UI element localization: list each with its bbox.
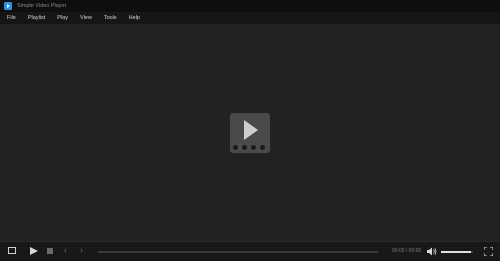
fullscreen-icon[interactable] [484,247,493,256]
maximize-button[interactable] [480,4,485,9]
volume-slider-fill [441,251,472,253]
volume-slider[interactable] [441,251,473,253]
window-title: Simple Video Player [17,3,67,9]
aspect-ratio-icon[interactable] [8,247,16,254]
previous-icon[interactable]: ‹ [64,246,67,255]
next-icon[interactable]: › [80,246,83,255]
close-button[interactable] [491,4,496,9]
menu-help[interactable]: Help [123,12,146,24]
menu-play[interactable]: Play [51,12,74,24]
menu-view[interactable]: View [74,12,98,24]
seek-bar[interactable] [98,251,378,253]
volume-icon[interactable] [427,247,437,256]
app-icon [4,2,12,10]
menu-tools[interactable]: Tools [98,12,123,24]
film-strip-dots [233,145,265,150]
control-bar: ‹ › 00:00 / 00:00 [0,241,500,261]
window-controls [469,4,496,9]
menu-bar: File Playlist Play View Tools Help [0,12,500,24]
time-display: 00:00 / 00:00 [392,248,422,254]
play-overlay-icon[interactable] [230,113,270,153]
video-player-window: Simple Video Player File Playlist Play V… [0,0,500,261]
menu-playlist[interactable]: Playlist [22,12,51,24]
menu-file[interactable]: File [0,12,22,24]
play-icon[interactable] [30,247,38,255]
play-triangle [244,120,258,140]
title-bar: Simple Video Player [0,0,500,12]
stop-icon[interactable] [47,248,53,254]
minimize-button[interactable] [469,4,474,9]
